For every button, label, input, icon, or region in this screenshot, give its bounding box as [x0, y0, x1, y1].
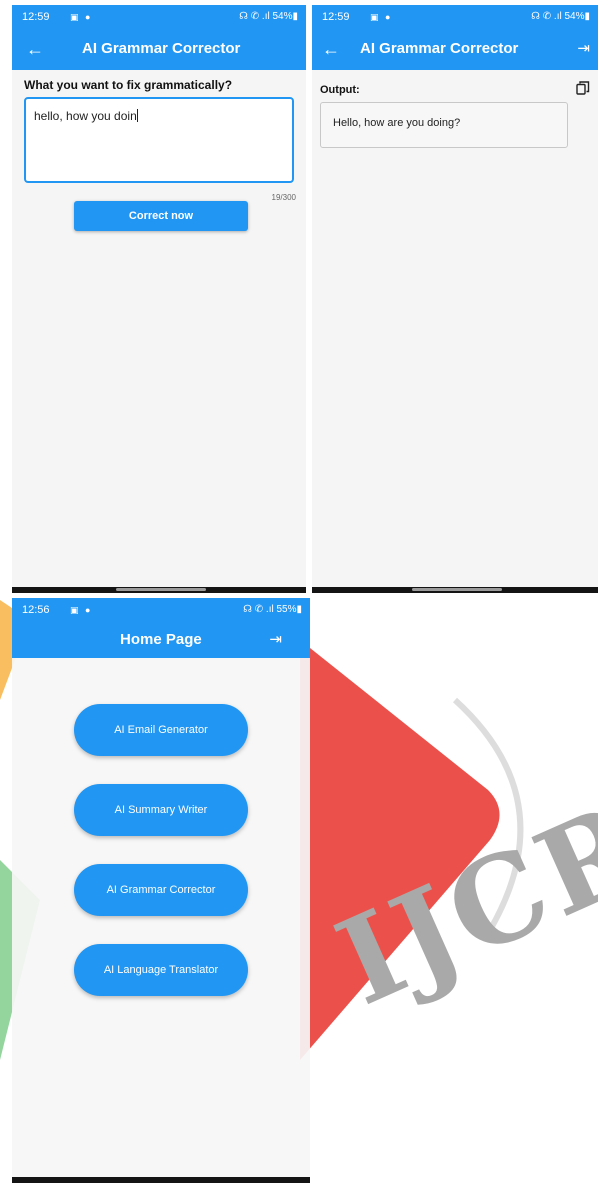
logout-icon[interactable]: ⇥: [577, 39, 590, 59]
screen-grammar-output: 12:59 ▣ ● ☊ ✆ .ıl 54%▮ ← AI Grammar Corr…: [312, 5, 598, 593]
ai-summary-writer-button[interactable]: AI Summary Writer: [74, 784, 248, 836]
prompt-label: What you want to fix grammatically?: [24, 78, 233, 92]
output-text: Hello, how are you doing?: [333, 117, 461, 129]
notification-icons: ▣ ●: [70, 12, 93, 22]
notification-icons: ▣ ●: [370, 12, 393, 22]
notification-icons: ▣ ●: [70, 605, 93, 615]
gesture-handle[interactable]: [412, 588, 502, 591]
grammar-input-field[interactable]: hello, how you doin: [24, 97, 294, 183]
status-bar: 12:59 ▣ ● ☊ ✆ .ıl 54%▮: [312, 5, 598, 30]
screen-grammar-input: 12:59 ▣ ● ☊ ✆ .ıl 54%▮ ← AI Grammar Corr…: [12, 5, 306, 593]
bottom-nav-bar: [12, 587, 306, 593]
text-caret: [136, 109, 138, 122]
gesture-handle[interactable]: [116, 588, 206, 591]
character-counter: 19/300: [271, 193, 296, 202]
status-bar: 12:56 ▣ ● ☊ ✆ .ıl 55%▮: [12, 598, 310, 623]
logout-icon[interactable]: ⇥: [269, 630, 282, 650]
output-label: Output:: [320, 84, 360, 96]
page-title: Home Page: [120, 631, 202, 648]
output-box: Hello, how are you doing?: [320, 102, 568, 148]
status-time: 12:56: [22, 604, 50, 616]
system-status: ☊ ✆ .ıl 55%▮: [243, 604, 302, 615]
ai-language-translator-button[interactable]: AI Language Translator: [74, 944, 248, 996]
status-time: 12:59: [22, 11, 50, 23]
watermark-text: IJCRT: [318, 738, 598, 1032]
back-arrow-icon[interactable]: ←: [322, 38, 340, 60]
correct-now-button[interactable]: Correct now: [74, 201, 248, 231]
ai-grammar-corrector-button[interactable]: AI Grammar Corrector: [74, 864, 248, 916]
ai-email-generator-button[interactable]: AI Email Generator: [74, 704, 248, 756]
app-bar: Home Page ⇥: [12, 621, 310, 658]
back-arrow-icon[interactable]: ←: [26, 38, 44, 60]
screen-home: 12:56 ▣ ● ☊ ✆ .ıl 55%▮ Home Page ⇥ AI Em…: [12, 598, 310, 1183]
input-text: hello, how you doin: [34, 109, 137, 123]
app-bar: ← AI Grammar Corrector ⇥: [312, 30, 598, 70]
app-bar: ← AI Grammar Corrector: [12, 30, 306, 70]
status-time: 12:59: [322, 11, 350, 23]
system-status: ☊ ✆ .ıl 54%▮: [531, 11, 590, 22]
page-title: AI Grammar Corrector: [82, 40, 241, 57]
page-title: AI Grammar Corrector: [360, 40, 519, 57]
copy-icon[interactable]: [576, 81, 590, 95]
bottom-nav-bar: [12, 1177, 310, 1183]
status-bar: 12:59 ▣ ● ☊ ✆ .ıl 54%▮: [12, 5, 306, 30]
system-status: ☊ ✆ .ıl 54%▮: [239, 11, 298, 22]
bottom-nav-bar: [312, 587, 598, 593]
